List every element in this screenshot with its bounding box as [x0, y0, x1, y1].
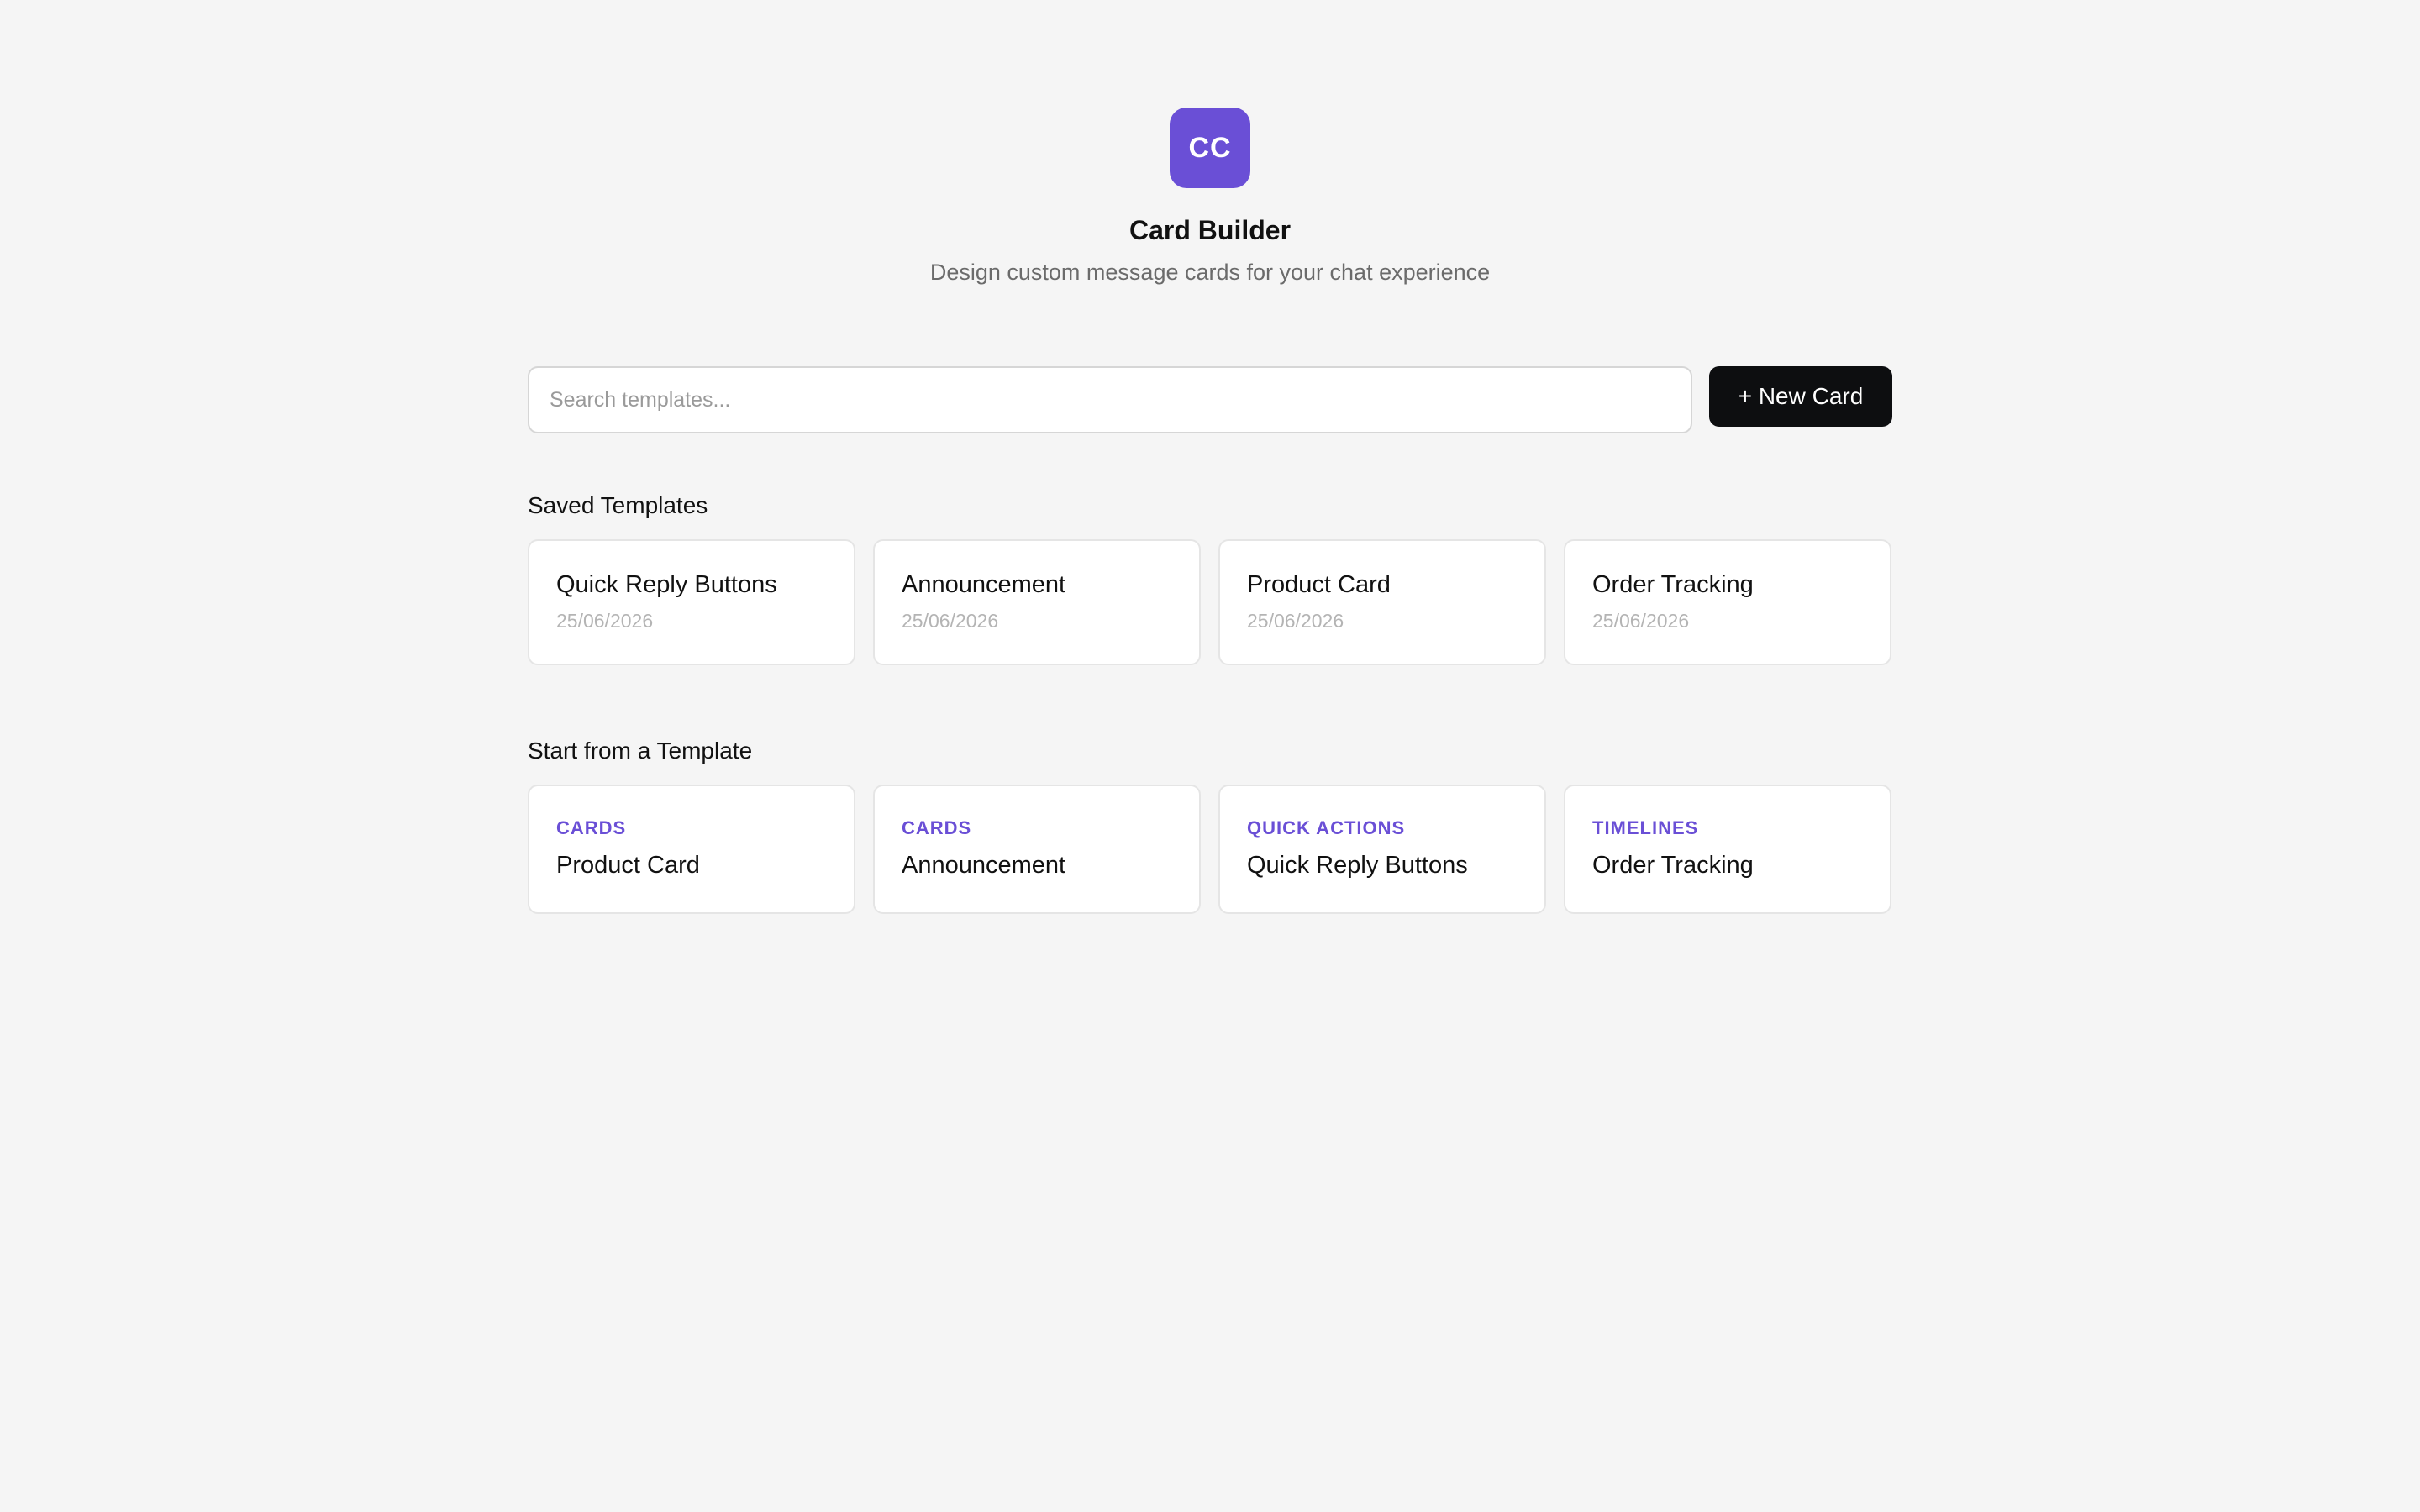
- saved-template-date: 25/06/2026: [902, 610, 999, 632]
- saved-template-date: 25/06/2026: [1592, 610, 1690, 632]
- starter-template-card[interactable]: QUICK ACTIONS Quick Reply Buttons: [1218, 785, 1546, 914]
- page-header: CC Card Builder Design custom message ca…: [0, 108, 2420, 287]
- card-builder-page: CC Card Builder Design custom message ca…: [0, 0, 2420, 1512]
- saved-template-name: Product Card: [1247, 571, 1391, 598]
- saved-template-name: Quick Reply Buttons: [556, 571, 777, 598]
- saved-templates-grid: Quick Reply Buttons 25/06/2026 Announcem…: [528, 539, 1892, 665]
- starter-template-card[interactable]: CARDS Product Card: [528, 785, 855, 914]
- starter-templates-grid: CARDS Product Card CARDS Announcement QU…: [528, 785, 1892, 914]
- saved-templates-heading: Saved Templates: [528, 492, 708, 518]
- starter-template-card[interactable]: TIMELINES Order Tracking: [1564, 785, 1891, 914]
- starter-template-card[interactable]: CARDS Announcement: [873, 785, 1201, 914]
- saved-template-date: 25/06/2026: [556, 610, 654, 632]
- search-row: + New Card: [528, 366, 1892, 433]
- template-name: Quick Reply Buttons: [1247, 852, 1468, 879]
- app-logo: CC: [1170, 108, 1250, 188]
- template-name: Order Tracking: [1592, 852, 1754, 879]
- template-category: TIMELINES: [1592, 817, 1699, 838]
- main-content: + New Card Saved Templates Quick Reply B…: [528, 366, 1892, 914]
- saved-template-date: 25/06/2026: [1247, 610, 1344, 632]
- template-name: Announcement: [902, 852, 1066, 879]
- saved-template-card[interactable]: Order Tracking 25/06/2026: [1564, 539, 1891, 665]
- page-subtitle: Design custom message cards for your cha…: [929, 260, 1491, 285]
- new-card-button[interactable]: + New Card: [1709, 366, 1892, 427]
- template-name: Product Card: [556, 852, 700, 879]
- start-template-heading: Start from a Template: [528, 738, 753, 764]
- template-category: CARDS: [556, 817, 627, 838]
- saved-template-card[interactable]: Quick Reply Buttons 25/06/2026: [528, 539, 855, 665]
- template-category: CARDS: [902, 817, 972, 838]
- saved-template-card[interactable]: Announcement 25/06/2026: [873, 539, 1201, 665]
- search-input[interactable]: [528, 366, 1692, 433]
- saved-template-name: Announcement: [902, 571, 1066, 598]
- template-category: QUICK ACTIONS: [1247, 817, 1406, 838]
- app-logo-text: CC: [1188, 131, 1232, 164]
- page-title: Card Builder: [1128, 215, 1292, 245]
- saved-template-card[interactable]: Product Card 25/06/2026: [1218, 539, 1546, 665]
- saved-template-name: Order Tracking: [1592, 571, 1754, 598]
